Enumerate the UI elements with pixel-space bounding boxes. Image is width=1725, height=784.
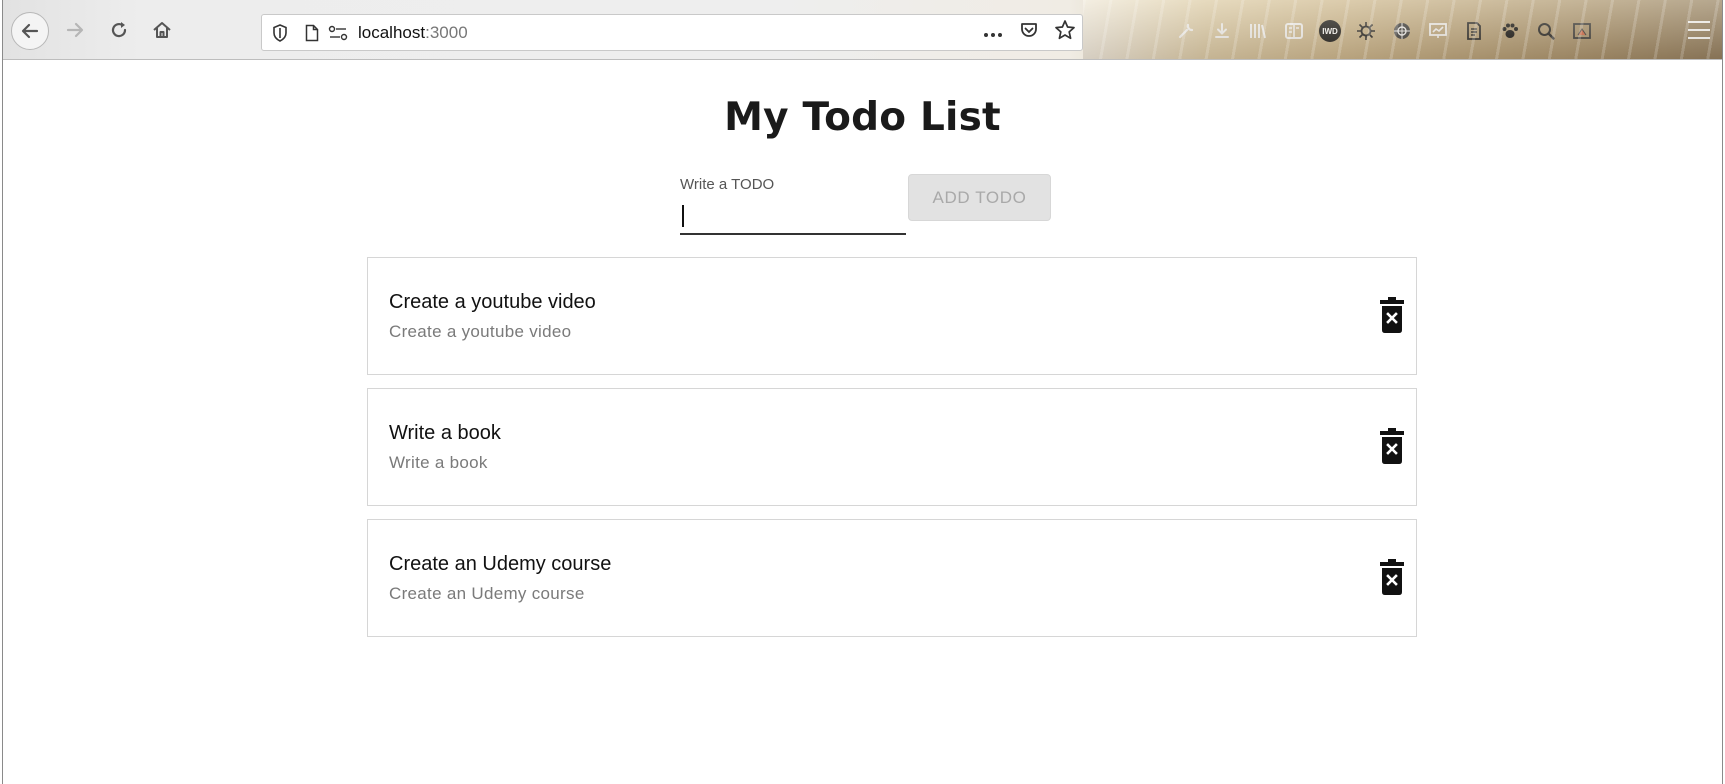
presentation-icon[interactable]	[1427, 20, 1449, 42]
url-text[interactable]: localhost:3000	[358, 23, 468, 43]
hamburger-menu-icon[interactable]	[1686, 18, 1712, 42]
todo-list: Create a youtube video Create a youtube …	[367, 257, 1417, 650]
todo-item-subtitle: Create a youtube video	[389, 322, 572, 341]
iwd-icon[interactable]: IWD	[1319, 20, 1341, 42]
page-title: My Todo List	[724, 95, 1001, 140]
home-icon[interactable]	[146, 14, 178, 46]
more-icon[interactable]	[982, 22, 1004, 43]
todo-item-subtitle: Write a book	[389, 453, 488, 472]
todo-item-title: Create a youtube video	[389, 291, 596, 313]
url-port: :3000	[425, 22, 468, 42]
page-icon[interactable]	[300, 21, 324, 45]
download-icon[interactable]	[1211, 20, 1233, 42]
todo-item: Create a youtube video Create a youtube …	[367, 257, 1417, 375]
todo-item: Write a book Write a book	[367, 388, 1417, 506]
shield-icon[interactable]	[268, 21, 292, 45]
screenshot-icon[interactable]	[1571, 20, 1593, 42]
todo-input[interactable]	[680, 199, 906, 235]
delete-trash-icon[interactable]	[1380, 559, 1404, 595]
todo-input-label: Write a TODO	[680, 176, 775, 193]
add-todo-button[interactable]: ADD TODO	[908, 174, 1051, 221]
todo-item: Create an Udemy course Create an Udemy c…	[367, 519, 1417, 637]
delete-trash-icon[interactable]	[1380, 428, 1404, 464]
paw-icon[interactable]	[1499, 20, 1521, 42]
text-cursor	[682, 205, 684, 227]
todo-item-title: Write a book	[389, 422, 501, 444]
extension-toolbar: IWD	[1175, 16, 1593, 46]
url-host: localhost	[358, 22, 426, 42]
todo-item-title: Create an Udemy course	[389, 553, 612, 575]
notes-icon[interactable]	[1463, 20, 1485, 42]
browser-toolbar: localhost:3000 IWD	[3, 0, 1722, 60]
delete-trash-icon[interactable]	[1380, 297, 1404, 333]
reload-icon[interactable]	[103, 14, 135, 46]
search-icon[interactable]	[1535, 20, 1557, 42]
wrench-icon[interactable]	[1175, 20, 1197, 42]
todo-item-subtitle: Create an Udemy course	[389, 584, 585, 603]
back-arrow-icon[interactable]	[11, 12, 49, 50]
permissions-icon[interactable]	[326, 21, 350, 45]
globe-icon[interactable]	[1391, 20, 1413, 42]
bookmark-star-icon[interactable]	[1054, 19, 1076, 46]
browser-window: localhost:3000 IWD My Todo List Write a …	[2, 0, 1723, 784]
forward-arrow-icon[interactable]	[59, 14, 91, 46]
library-icon[interactable]	[1247, 20, 1269, 42]
url-bar[interactable]: localhost:3000	[261, 14, 1083, 51]
pocket-icon[interactable]	[1018, 20, 1040, 45]
reader-icon[interactable]	[1283, 20, 1305, 42]
virus-icon[interactable]	[1355, 20, 1377, 42]
todo-app: My Todo List Write a TODO ADD TODO Creat…	[3, 61, 1722, 784]
url-bar-actions	[982, 15, 1076, 50]
